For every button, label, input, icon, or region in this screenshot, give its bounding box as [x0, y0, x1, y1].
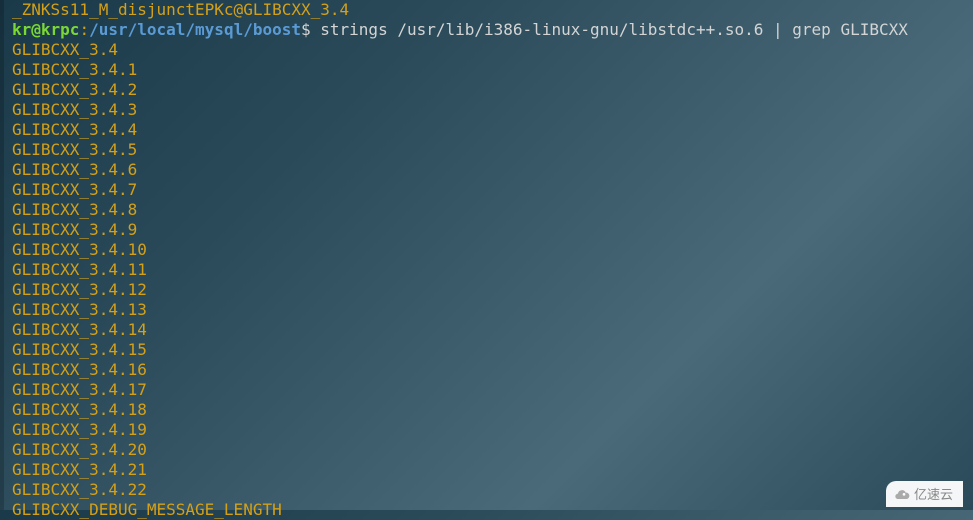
prompt-user-host: kr@krpc [12, 20, 79, 39]
output-line: GLIBCXX_3.4.9 [12, 220, 961, 240]
output-line: GLIBCXX_3.4.20 [12, 440, 961, 460]
output-line: GLIBCXX_3.4.19 [12, 420, 961, 440]
prompt-colon: : [79, 20, 89, 39]
watermark: 亿速云 [886, 481, 963, 507]
output-line: GLIBCXX_3.4.12 [12, 280, 961, 300]
output-line: GLIBCXX_3.4.6 [12, 160, 961, 180]
previous-output-line: _ZNKSs11_M_disjunctEPKc@GLIBCXX_3.4 [12, 0, 961, 20]
output-line: GLIBCXX_3.4.17 [12, 380, 961, 400]
terminal[interactable]: _ZNKSs11_M_disjunctEPKc@GLIBCXX_3.4 kr@k… [0, 0, 973, 520]
watermark-text: 亿速云 [914, 485, 953, 505]
output-line: GLIBCXX_3.4.8 [12, 200, 961, 220]
output-line: GLIBCXX_DEBUG_MESSAGE_LENGTH [12, 500, 961, 520]
output-line: GLIBCXX_3.4.16 [12, 360, 961, 380]
output-line: GLIBCXX_3.4.11 [12, 260, 961, 280]
output-line: GLIBCXX_3.4.10 [12, 240, 961, 260]
output-line: GLIBCXX_3.4.7 [12, 180, 961, 200]
prompt-line: kr@krpc:/usr/local/mysql/boost$ strings … [12, 20, 961, 40]
output-line: GLIBCXX_3.4.3 [12, 100, 961, 120]
output-line: GLIBCXX_3.4.2 [12, 80, 961, 100]
command-text: strings /usr/lib/i386-linux-gnu/libstdc+… [320, 20, 908, 39]
output-line: GLIBCXX_3.4.21 [12, 460, 961, 480]
output-line: GLIBCXX_3.4.14 [12, 320, 961, 340]
prompt-sign: $ [301, 20, 320, 39]
output-line: GLIBCXX_3.4.15 [12, 340, 961, 360]
prompt-cwd: /usr/local/mysql/boost [89, 20, 301, 39]
output-line: GLIBCXX_3.4.22 [12, 480, 961, 500]
scrollbar-track[interactable] [0, 0, 4, 510]
output-line: GLIBCXX_3.4.1 [12, 60, 961, 80]
output-line: GLIBCXX_3.4.13 [12, 300, 961, 320]
output-line: GLIBCXX_3.4 [12, 40, 961, 60]
cloud-icon [894, 487, 910, 503]
output-line: GLIBCXX_3.4.4 [12, 120, 961, 140]
output-line: GLIBCXX_3.4.18 [12, 400, 961, 420]
output-line: GLIBCXX_3.4.5 [12, 140, 961, 160]
